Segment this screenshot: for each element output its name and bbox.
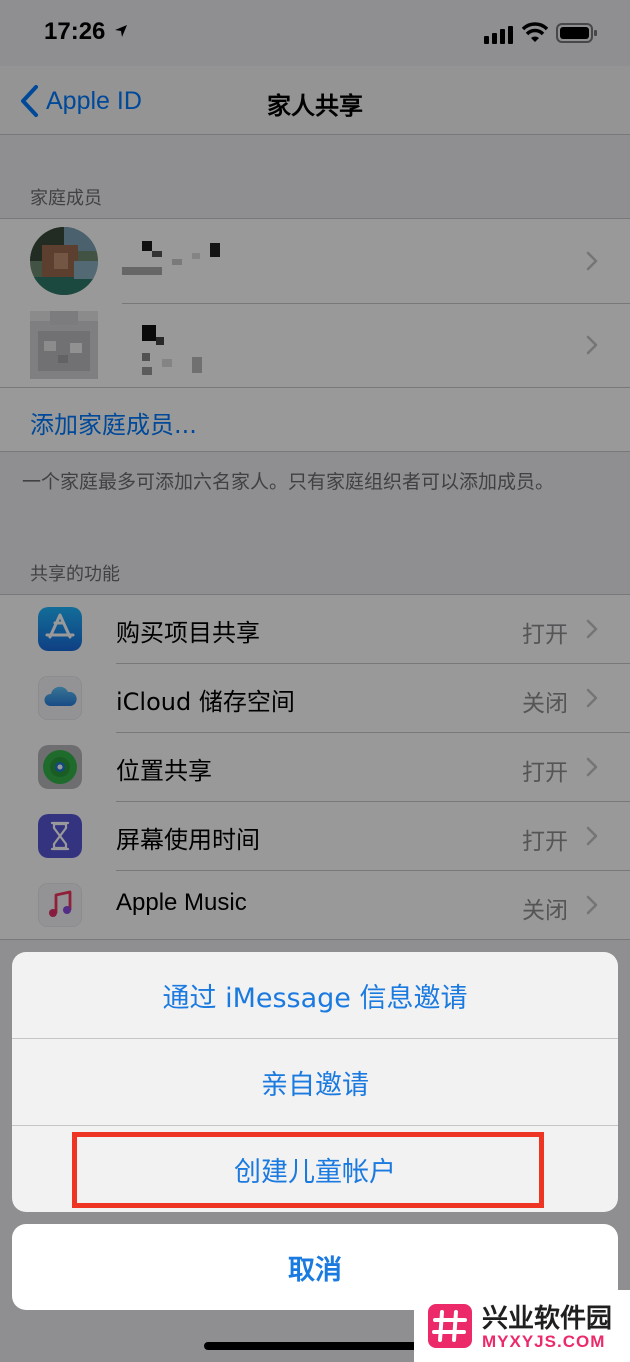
watermark-subtitle: MYXYJS.COM	[482, 1332, 606, 1351]
invite-in-person-button[interactable]: 亲自邀请	[12, 1039, 618, 1125]
screen: 17:26 Apple ID 家人共享 家庭成员 添加家庭成员... 一个家庭最…	[0, 0, 630, 1362]
watermark-title: 兴业软件园	[482, 1304, 613, 1334]
invite-via-imessage-button[interactable]: 通过 iMessage 信息邀请	[12, 952, 618, 1038]
highlight-annotation	[72, 1132, 544, 1208]
watermark: 兴业软件园 MYXYJS.COM	[414, 1290, 630, 1362]
watermark-logo-icon	[428, 1304, 472, 1348]
home-indicator[interactable]	[204, 1342, 426, 1350]
